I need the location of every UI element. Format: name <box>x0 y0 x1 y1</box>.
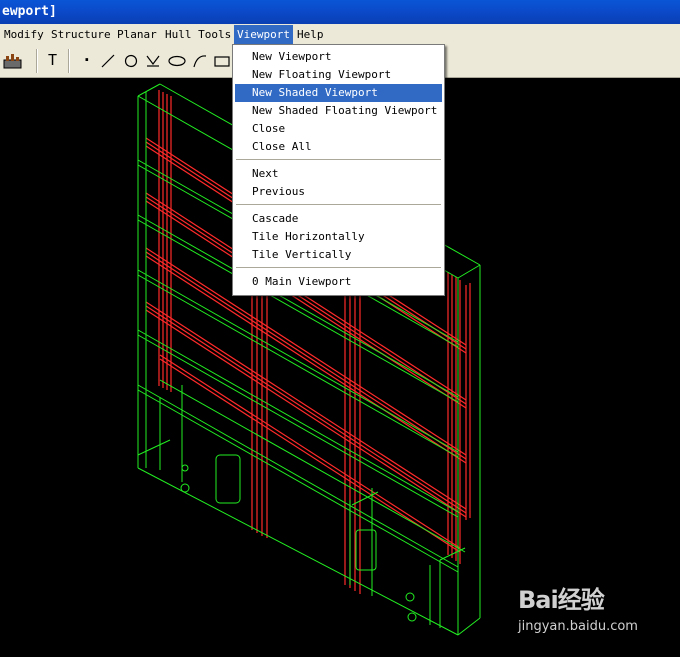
title-bar: ewport] <box>0 0 680 24</box>
menu-item-new-shaded-viewport[interactable]: New Shaded Viewport <box>235 84 442 102</box>
menu-item-previous[interactable]: Previous <box>235 183 442 201</box>
menu-item-new-shaded-floating-viewport[interactable]: New Shaded Floating Viewport <box>235 102 442 120</box>
menu-item-new-floating-viewport[interactable]: New Floating Viewport <box>235 66 442 84</box>
menu-hull-tools[interactable]: Hull Tools <box>162 25 234 44</box>
menu-bar: Modify Structure Planar Hull Tools Viewp… <box>0 24 680 45</box>
rectangle-icon[interactable] <box>213 53 231 69</box>
baidu-watermark: Bai经验 jingyan.baidu.com <box>518 580 638 634</box>
window-title: ewport] <box>2 4 57 19</box>
menu-item-close[interactable]: Close <box>235 120 442 138</box>
menu-help[interactable]: Help <box>294 25 327 44</box>
line-icon[interactable] <box>100 53 116 69</box>
menu-item-tile-horizontally[interactable]: Tile Horizontally <box>235 228 442 246</box>
menu-item-cascade[interactable]: Cascade <box>235 210 442 228</box>
angle-icon[interactable] <box>145 53 161 69</box>
menu-separator <box>236 267 441 268</box>
circle-icon[interactable] <box>123 53 139 69</box>
toolbar-separator <box>36 49 38 73</box>
menu-separator <box>236 159 441 160</box>
toolbar-separator <box>68 49 70 73</box>
menu-structure[interactable]: Structure <box>48 25 114 44</box>
menu-item-close-all[interactable]: Close All <box>235 138 442 156</box>
watermark-logo: Bai经验 <box>518 586 605 614</box>
arc-icon[interactable] <box>192 53 208 69</box>
menu-separator <box>236 204 441 205</box>
menu-item-new-viewport[interactable]: New Viewport <box>235 48 442 66</box>
menu-modify[interactable]: Modify <box>1 25 47 44</box>
menu-item-next[interactable]: Next <box>235 165 442 183</box>
menu-item-main-viewport[interactable]: 0 Main Viewport <box>235 273 442 291</box>
point-icon[interactable]: · <box>82 45 92 75</box>
menu-item-tile-vertically[interactable]: Tile Vertically <box>235 246 442 264</box>
viewport-menu-dropdown: New Viewport New Floating Viewport New S… <box>232 44 445 296</box>
watermark-url: jingyan.baidu.com <box>518 619 638 634</box>
ellipse-icon[interactable] <box>167 53 187 69</box>
text-icon[interactable]: T <box>48 45 57 75</box>
menu-planar[interactable]: Planar <box>114 25 160 44</box>
structure-icon[interactable] <box>3 53 23 69</box>
menu-viewport[interactable]: Viewport <box>234 25 293 44</box>
